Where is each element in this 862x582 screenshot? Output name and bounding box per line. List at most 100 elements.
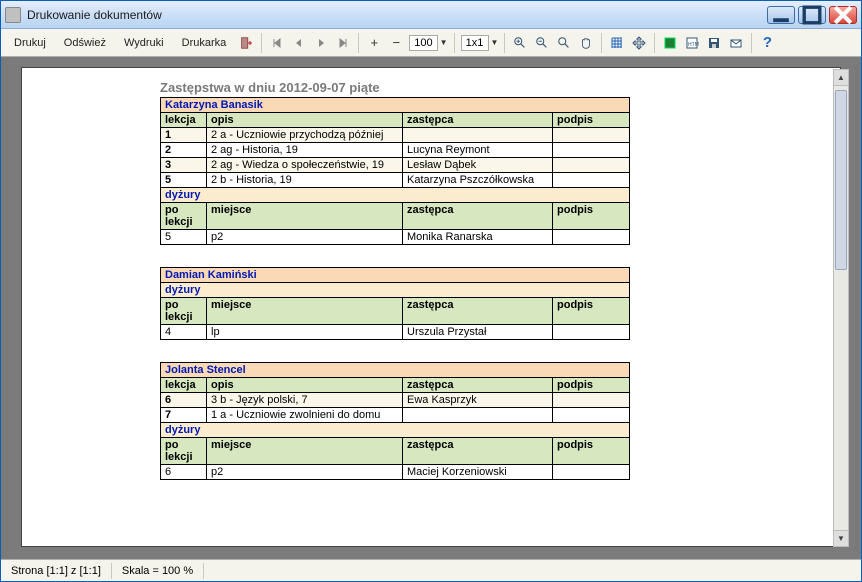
separator: [504, 33, 505, 53]
first-page-button[interactable]: [268, 34, 286, 52]
maximize-button[interactable]: [798, 6, 826, 24]
zoom-in-tool[interactable]: [511, 34, 529, 52]
teacher-name: Damian Kamiński: [161, 268, 630, 283]
printer-button[interactable]: Drukarka: [175, 33, 234, 53]
scroll-up-arrow[interactable]: ▲: [834, 70, 848, 86]
minus-icon: −: [392, 35, 400, 50]
minimize-button[interactable]: [767, 6, 795, 24]
hand-icon: [579, 36, 593, 50]
maximize-icon: [799, 2, 825, 28]
paper: Zastępstwa w dniu 2012-09-07 piąte Katarz…: [21, 67, 841, 547]
col-po-lekcji: po lekcji: [161, 203, 207, 230]
print-preview-window: Drukowanie dokumentów Drukuj Odśwież Wyd…: [0, 0, 862, 582]
export-html-button[interactable]: HTM: [683, 34, 701, 52]
plus-icon: +: [370, 35, 378, 50]
scroll-down-arrow[interactable]: ▼: [834, 530, 848, 546]
teacher-block: Jolanta Stencellekcjaopiszastępcapodpis6…: [160, 362, 630, 480]
col-miejsce: miejsce: [207, 438, 403, 465]
teacher-block: Damian Kamińskidyżurypo lekcjimiejscezas…: [160, 267, 630, 340]
lesson-row: 71 a - Uczniowie zwolnieni do domu: [161, 408, 630, 423]
col-zastepca: zastępca: [403, 113, 553, 128]
col-podpis: podpis: [553, 113, 630, 128]
dyzury-header: dyżury: [161, 283, 630, 298]
scroll-thumb[interactable]: [835, 90, 847, 270]
separator: [358, 33, 359, 53]
zoom-combo[interactable]: 100 ▼: [409, 35, 447, 51]
help-icon: ?: [763, 34, 772, 51]
dyzury-header: dyżury: [161, 423, 630, 438]
status-scale: Skala = 100 %: [112, 563, 204, 579]
prev-page-icon: [292, 36, 306, 50]
hand-tool[interactable]: [577, 34, 595, 52]
teacher-name: Jolanta Stencel: [161, 363, 630, 378]
grid-combo[interactable]: 1x1 ▼: [461, 35, 499, 51]
doc-title: Zastępstwa w dniu 2012-09-07 piąte: [160, 80, 630, 95]
window-title: Drukowanie dokumentów: [27, 8, 767, 22]
grid-value: 1x1: [461, 35, 489, 51]
prints-button[interactable]: Wydruki: [117, 33, 171, 53]
duty-row: 5p2Monika Ranarska: [161, 230, 630, 245]
last-page-button[interactable]: [334, 34, 352, 52]
first-page-icon: [270, 36, 284, 50]
lesson-row: 22 ag - Historia, 19Lucyna Reymont: [161, 143, 630, 158]
col-podpis: podpis: [553, 378, 630, 393]
zoom-out-tool[interactable]: [533, 34, 551, 52]
grid-tool[interactable]: [608, 34, 626, 52]
separator: [654, 33, 655, 53]
refresh-button[interactable]: Odśwież: [57, 33, 113, 53]
col-lekcja: lekcja: [161, 378, 207, 393]
col-lekcja: lekcja: [161, 113, 207, 128]
mail-button[interactable]: [727, 34, 745, 52]
col-miejsce: miejsce: [207, 298, 403, 325]
lesson-row: 32 ag - Wiedza o społeczeństwie, 19Lesła…: [161, 158, 630, 173]
next-page-button[interactable]: [312, 34, 330, 52]
window-buttons: [767, 6, 857, 24]
separator: [261, 33, 262, 53]
zoom-tool[interactable]: [555, 34, 573, 52]
col-opis: opis: [207, 378, 403, 393]
col-opis: opis: [207, 113, 403, 128]
status-bar: Strona [1:1] z [1:1] Skala = 100 %: [1, 559, 861, 581]
close-button[interactable]: [829, 6, 857, 24]
move-tool[interactable]: [630, 34, 648, 52]
lesson-row: 12 a - Uczniowie przychodzą później: [161, 128, 630, 143]
col-podpis: podpis: [553, 438, 630, 465]
prev-page-button[interactable]: [290, 34, 308, 52]
col-po-lekcji: po lekcji: [161, 438, 207, 465]
html-icon: HTM: [685, 36, 699, 50]
teacher-name: Katarzyna Banasik: [161, 98, 630, 113]
titlebar: Drukowanie dokumentów: [1, 1, 861, 29]
exit-button[interactable]: [237, 34, 255, 52]
print-button[interactable]: Drukuj: [7, 33, 53, 53]
help-button[interactable]: ?: [758, 34, 776, 52]
app-icon: [5, 7, 21, 23]
save-button[interactable]: [705, 34, 723, 52]
duty-row: 6p2Maciej Korzeniowski: [161, 465, 630, 480]
separator: [454, 33, 455, 53]
minimize-icon: [768, 2, 794, 28]
mail-icon: [729, 36, 743, 50]
close-icon: [830, 2, 856, 28]
excel-icon: [663, 36, 677, 50]
zoom-out-button[interactable]: −: [387, 34, 405, 52]
col-po-lekcji: po lekcji: [161, 298, 207, 325]
col-podpis: podpis: [553, 203, 630, 230]
dropdown-icon: ▼: [491, 38, 499, 47]
vertical-scrollbar[interactable]: ▲ ▼: [833, 69, 849, 547]
col-miejsce: miejsce: [207, 203, 403, 230]
duty-row: 4lpUrszula Przystał: [161, 325, 630, 340]
col-podpis: podpis: [553, 298, 630, 325]
floppy-icon: [707, 36, 721, 50]
dropdown-icon: ▼: [440, 38, 448, 47]
col-zastepca: zastępca: [403, 203, 553, 230]
grid-icon: [610, 36, 624, 50]
zoom-in-button[interactable]: +: [365, 34, 383, 52]
dyzury-header: dyżury: [161, 188, 630, 203]
export-excel-button[interactable]: [661, 34, 679, 52]
magnify-icon: [557, 36, 571, 50]
last-page-icon: [336, 36, 350, 50]
col-zastepca: zastępca: [403, 378, 553, 393]
separator: [751, 33, 752, 53]
separator: [601, 33, 602, 53]
preview-area[interactable]: Zastępstwa w dniu 2012-09-07 piąte Katarz…: [1, 57, 861, 559]
